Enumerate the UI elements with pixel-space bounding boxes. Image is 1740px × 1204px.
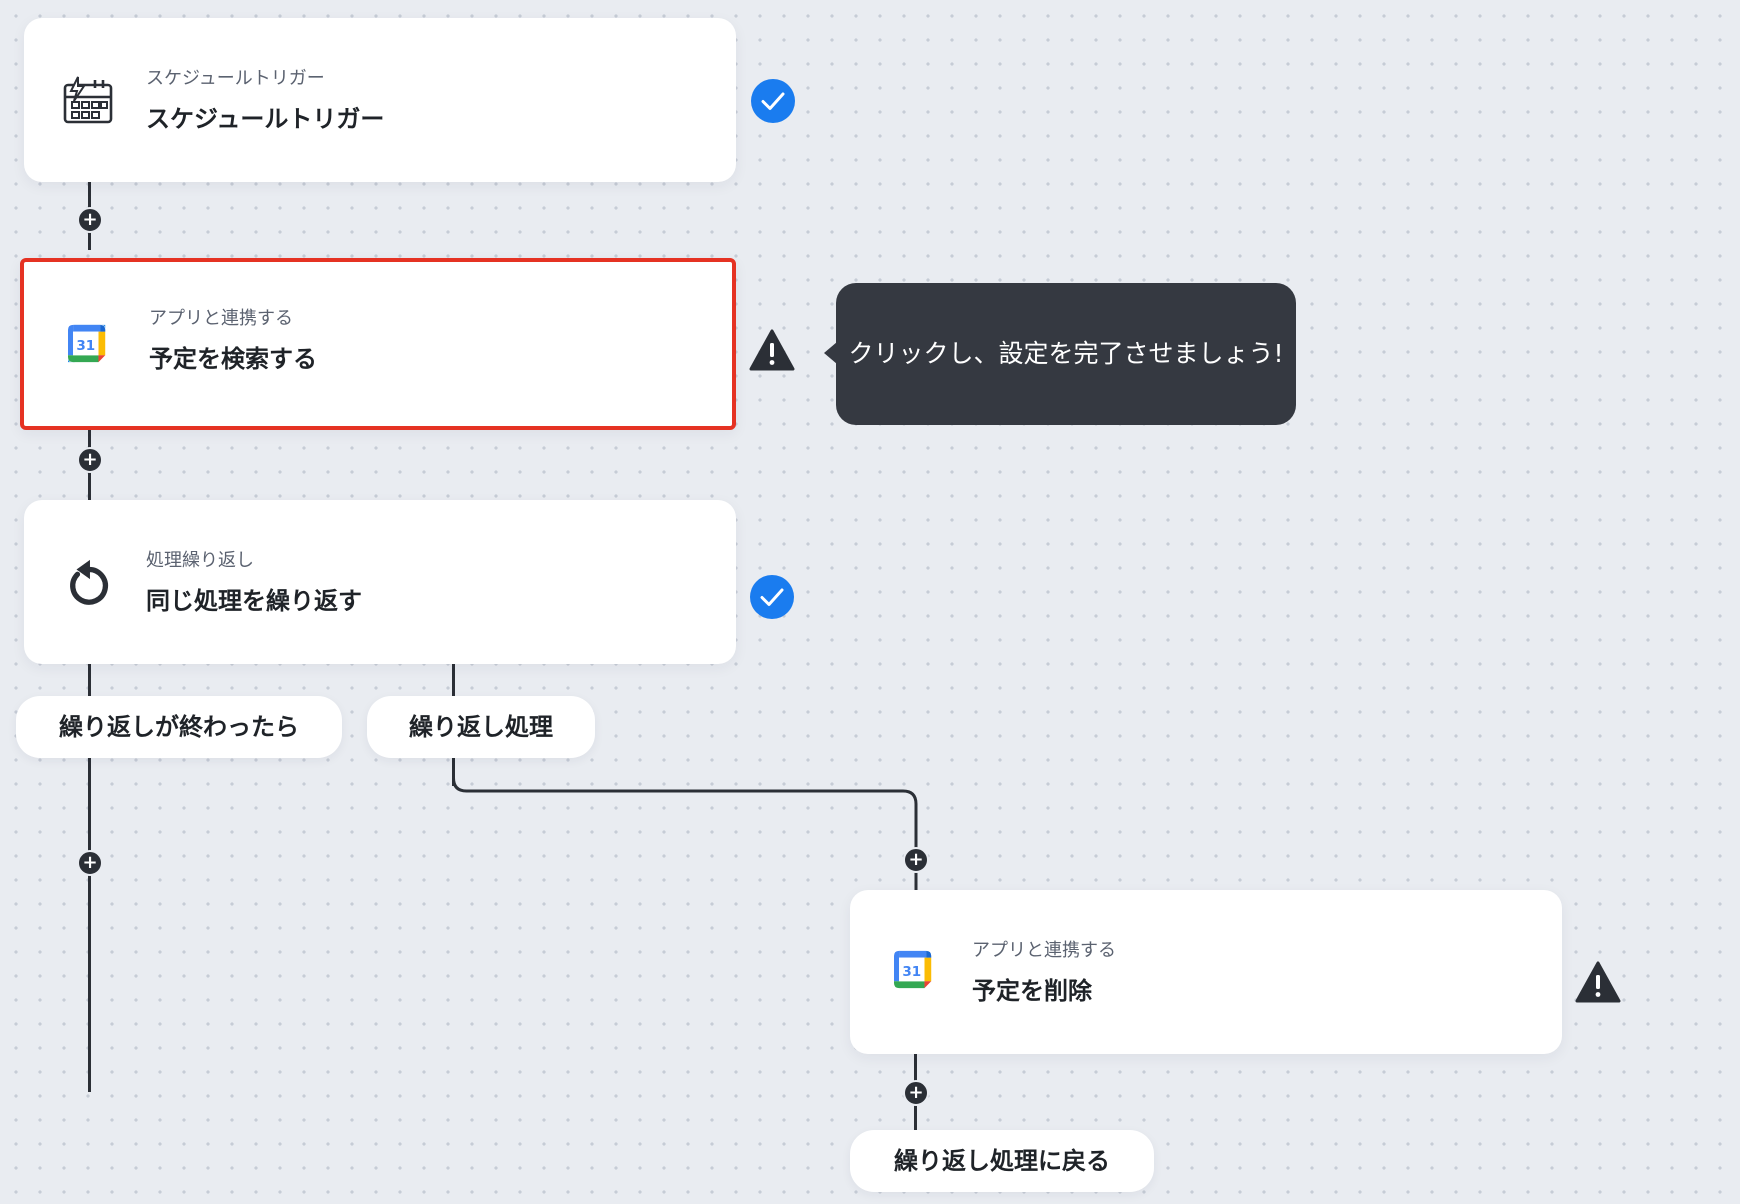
step-card-delete-event[interactable]: 31 アプリと連携する 予定を削除 — [850, 890, 1562, 1054]
add-step-button[interactable]: + — [903, 847, 929, 873]
google-calendar-icon: 31 — [68, 324, 106, 363]
step-category: アプリと連携する — [149, 308, 293, 329]
step-title: 予定を削除 — [972, 977, 1092, 1005]
google-calendar-icon: 31 — [894, 950, 932, 989]
completion-tooltip: クリックし、設定を完了させましょう! — [836, 283, 1296, 425]
branch-return-to-loop[interactable]: 繰り返し処理に戻る — [850, 1130, 1154, 1192]
step-category: 処理繰り返し — [146, 550, 254, 571]
warning-icon — [1575, 961, 1621, 1003]
step-card-loop[interactable]: 処理繰り返し 同じ処理を繰り返す — [24, 500, 736, 664]
step-category: アプリと連携する — [972, 940, 1116, 961]
branch-after-loop[interactable]: 繰り返しが終わったら — [16, 696, 342, 758]
check-icon — [750, 575, 794, 619]
loop-icon — [70, 559, 109, 605]
step-title: スケジュールトリガー — [146, 105, 385, 133]
add-step-button[interactable]: + — [77, 850, 103, 876]
step-title: 予定を検索する — [149, 345, 317, 373]
schedule-trigger-icon — [63, 76, 113, 124]
svg-text:31: 31 — [902, 964, 921, 980]
add-step-button[interactable]: + — [77, 447, 103, 473]
branch-loop-body[interactable]: 繰り返し処理 — [367, 696, 595, 758]
warning-icon — [749, 329, 795, 371]
step-card-search-events[interactable]: 31 アプリと連携する 予定を検索する — [20, 258, 736, 430]
step-title: 同じ処理を繰り返す — [146, 587, 362, 615]
step-card-schedule-trigger[interactable]: スケジュールトリガー スケジュールトリガー — [24, 18, 736, 182]
step-category: スケジュールトリガー — [146, 68, 325, 89]
svg-text:31: 31 — [76, 338, 95, 354]
add-step-button[interactable]: + — [77, 207, 103, 233]
check-icon — [751, 79, 795, 123]
add-step-button[interactable]: + — [903, 1080, 929, 1106]
